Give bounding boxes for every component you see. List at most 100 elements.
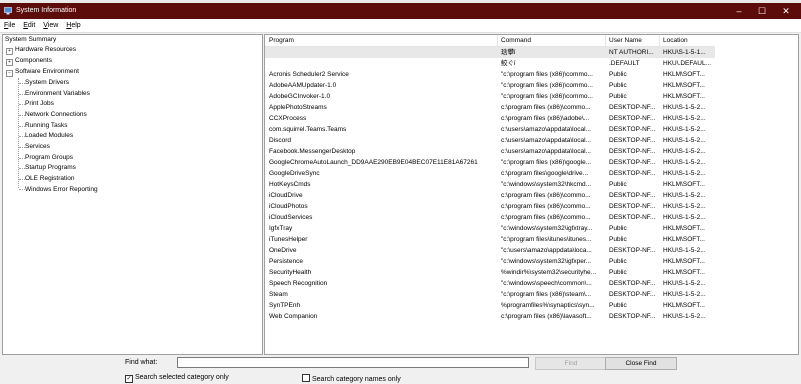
cell-location: HKU\S-1-5-2...: [663, 104, 706, 111]
column-divider[interactable]: [605, 35, 606, 46]
cell-location: HKLM\SOFT...: [663, 71, 705, 78]
minimize-button[interactable]: –: [728, 3, 750, 19]
tree-item-system-drivers[interactable]: System Drivers: [25, 78, 69, 88]
table-row[interactable]: OneDrive "c:\users\amazo\appdata\loca... D…: [265, 245, 715, 256]
cell-program: iTunesHelper: [269, 236, 308, 243]
tree-item-hardware-resources[interactable]: Hardware Resources: [15, 45, 76, 55]
column-divider[interactable]: [497, 35, 498, 46]
system-information-icon: [4, 7, 12, 15]
checkbox-unchecked-icon[interactable]: [302, 374, 310, 382]
table-row[interactable]: iCloudServices c:\program files (x86)\com…: [265, 212, 715, 223]
table-row[interactable]: 琀攀ǐ NT AUTHORI... HKU\S-1-5-1...: [265, 47, 715, 58]
cell-command: "c:\windows\system32\igfxtray...: [501, 225, 593, 232]
tree-item-running-tasks[interactable]: Running Tasks: [25, 121, 68, 131]
cell-user-name: DESKTOP-NF...: [609, 126, 656, 133]
menu-help[interactable]: Help: [66, 19, 80, 32]
cell-command: c:\program files (x86)\adobe\...: [501, 115, 590, 122]
cell-command: "c:\program files (x86)\commo...: [501, 71, 593, 78]
tree-item-network-connections[interactable]: Network Connections: [25, 110, 87, 120]
column-command[interactable]: Command: [501, 37, 531, 44]
table-row[interactable]: iTunesHelper "c:\program files\itunes\itu…: [265, 234, 715, 245]
expand-hardware-icon[interactable]: +: [6, 48, 13, 55]
expand-components-icon[interactable]: +: [6, 59, 13, 66]
table-row[interactable]: HotKeysCmds "c:\windows\system32\hkcmd...…: [265, 179, 715, 190]
tree-item-services[interactable]: Services: [25, 142, 50, 152]
category-tree[interactable]: System Summary + Hardware Resources + Co…: [2, 34, 263, 355]
column-divider[interactable]: [659, 35, 660, 46]
collapse-software-icon[interactable]: −: [6, 70, 13, 77]
table-row[interactable]: ApplePhotoStreams c:\program files (x86)\…: [265, 102, 715, 113]
table-row[interactable]: Acronis Scheduler2 Service "c:\program fi…: [265, 69, 715, 80]
column-program[interactable]: Program: [269, 37, 294, 44]
table-row[interactable]: Persistence "c:\windows\system32\igfxper.…: [265, 256, 715, 267]
cell-command: 琀攀ǐ: [501, 49, 516, 56]
menu-view[interactable]: View: [43, 19, 58, 32]
cell-command: c:\program files (x86)\commo...: [501, 192, 591, 199]
search-selected-category-option[interactable]: ✓ Search selected category only: [125, 374, 229, 383]
cell-user-name: Public: [609, 225, 627, 232]
table-row[interactable]: Web Companion c:\program files (x86)\lava…: [265, 311, 715, 322]
close-find-button[interactable]: Close Find: [605, 357, 677, 370]
cell-user-name: Public: [609, 258, 627, 265]
table-row[interactable]: SynTPEnh %programfiles%\synaptics\syn... P…: [265, 300, 715, 311]
cell-location: HKU\S-1-5-2...: [663, 170, 706, 177]
cell-user-name: DESKTOP-NF...: [609, 104, 656, 111]
table-row[interactable]: GoogleChromeAutoLaunch_DD9AAE290EB9E04BE…: [265, 157, 715, 168]
cell-program: Facebook.MessengerDesktop: [269, 148, 356, 155]
checkbox-checked-icon[interactable]: ✓: [125, 375, 133, 383]
cell-user-name: DESKTOP-NF...: [609, 115, 656, 122]
find-what-input[interactable]: [177, 357, 529, 368]
find-button[interactable]: Find: [535, 357, 607, 370]
tree-item-program-groups[interactable]: Program Groups: [25, 153, 73, 163]
cell-program: OneDrive: [269, 247, 297, 254]
cell-command: "c:\program files (x86)\steam\...: [501, 291, 592, 298]
maximize-button[interactable]: ☐: [751, 3, 773, 19]
table-row[interactable]: CCXProcess c:\program files (x86)\adobe\.…: [265, 113, 715, 124]
table-row[interactable]: IgfxTray "c:\windows\system32\igfxtray...…: [265, 223, 715, 234]
tree-item-print-jobs[interactable]: Print Jobs: [25, 99, 54, 109]
tree-item-ole-registration[interactable]: OLE Registration: [25, 174, 75, 184]
window-title: System Information: [16, 7, 77, 14]
tree-item-startup-programs[interactable]: Startup Programs: [25, 163, 76, 173]
column-location[interactable]: Location: [663, 37, 688, 44]
cell-location: HKU\S-1-5-2...: [663, 313, 706, 320]
close-button[interactable]: ✕: [775, 3, 797, 19]
startup-programs-table[interactable]: Program Command User Name Location 琀攀ǐ NT…: [264, 34, 799, 355]
table-row[interactable]: Discord c:\users\amazo\appdata\local... DE…: [265, 135, 715, 146]
table-row[interactable]: AdobeAAMUpdater-1.0 "c:\program files (x8…: [265, 80, 715, 91]
menu-bar: File Edit View Help: [0, 19, 801, 33]
cell-location: HKU\S-1-5-2...: [663, 214, 706, 221]
column-user-name[interactable]: User Name: [609, 37, 642, 44]
tree-item-environment-variables[interactable]: Environment Variables: [25, 89, 90, 99]
cell-location: HKLM\SOFT...: [663, 302, 705, 309]
tree-item-components[interactable]: Components: [15, 56, 52, 66]
tree-item-windows-error-reporting[interactable]: Windows Error Reporting: [25, 185, 98, 195]
tree-item-system-summary[interactable]: System Summary: [5, 35, 56, 45]
table-row[interactable]: Facebook.MessengerDesktop c:\users\amazo\…: [265, 146, 715, 157]
cell-location: HKU\S-1-5-2...: [663, 148, 706, 155]
menu-file[interactable]: File: [4, 19, 15, 32]
cell-user-name: DESKTOP-NF...: [609, 214, 656, 221]
table-row[interactable]: Steam "c:\program files (x86)\steam\... DE…: [265, 289, 715, 300]
table-row[interactable]: GoogleDriveSync c:\program files\google\d…: [265, 168, 715, 179]
cell-location: HKU\S-1-5-1...: [663, 49, 706, 56]
tree-item-loaded-modules[interactable]: Loaded Modules: [25, 131, 73, 141]
cell-location: HKLM\SOFT...: [663, 225, 705, 232]
table-row[interactable]: iCloudDrive c:\program files (x86)\commo.…: [265, 190, 715, 201]
table-row[interactable]: Speech Recognition "c:\windows\speech\com…: [265, 278, 715, 289]
cell-command: c:\users\amazo\appdata\local...: [501, 137, 591, 144]
cell-user-name: DESKTOP-NF...: [609, 137, 656, 144]
search-category-names-option[interactable]: Search category names only: [302, 374, 401, 383]
table-row[interactable]: 鮫ぐǐ .DEFAULT HKU\.DEFAUL...: [265, 58, 715, 69]
tree-item-software-environment[interactable]: Software Environment: [15, 67, 79, 77]
cell-command: "c:\program files (x86)\commo...: [501, 93, 593, 100]
cell-user-name: DESKTOP-NF...: [609, 247, 656, 254]
menu-edit[interactable]: Edit: [23, 19, 35, 32]
table-row[interactable]: SecurityHealth %windir%\system32\security…: [265, 267, 715, 278]
table-row[interactable]: AdobeGCInvoker-1.0 "c:\program files (x86…: [265, 91, 715, 102]
table-row[interactable]: iCloudPhotos c:\program files (x86)\commo…: [265, 201, 715, 212]
cell-user-name: DESKTOP-NF...: [609, 159, 656, 166]
cell-program: com.squirrel.Teams.Teams: [269, 126, 347, 133]
cell-command: c:\program files (x86)\lavasoft...: [501, 313, 592, 320]
table-row[interactable]: com.squirrel.Teams.Teams c:\users\amazo\a…: [265, 124, 715, 135]
